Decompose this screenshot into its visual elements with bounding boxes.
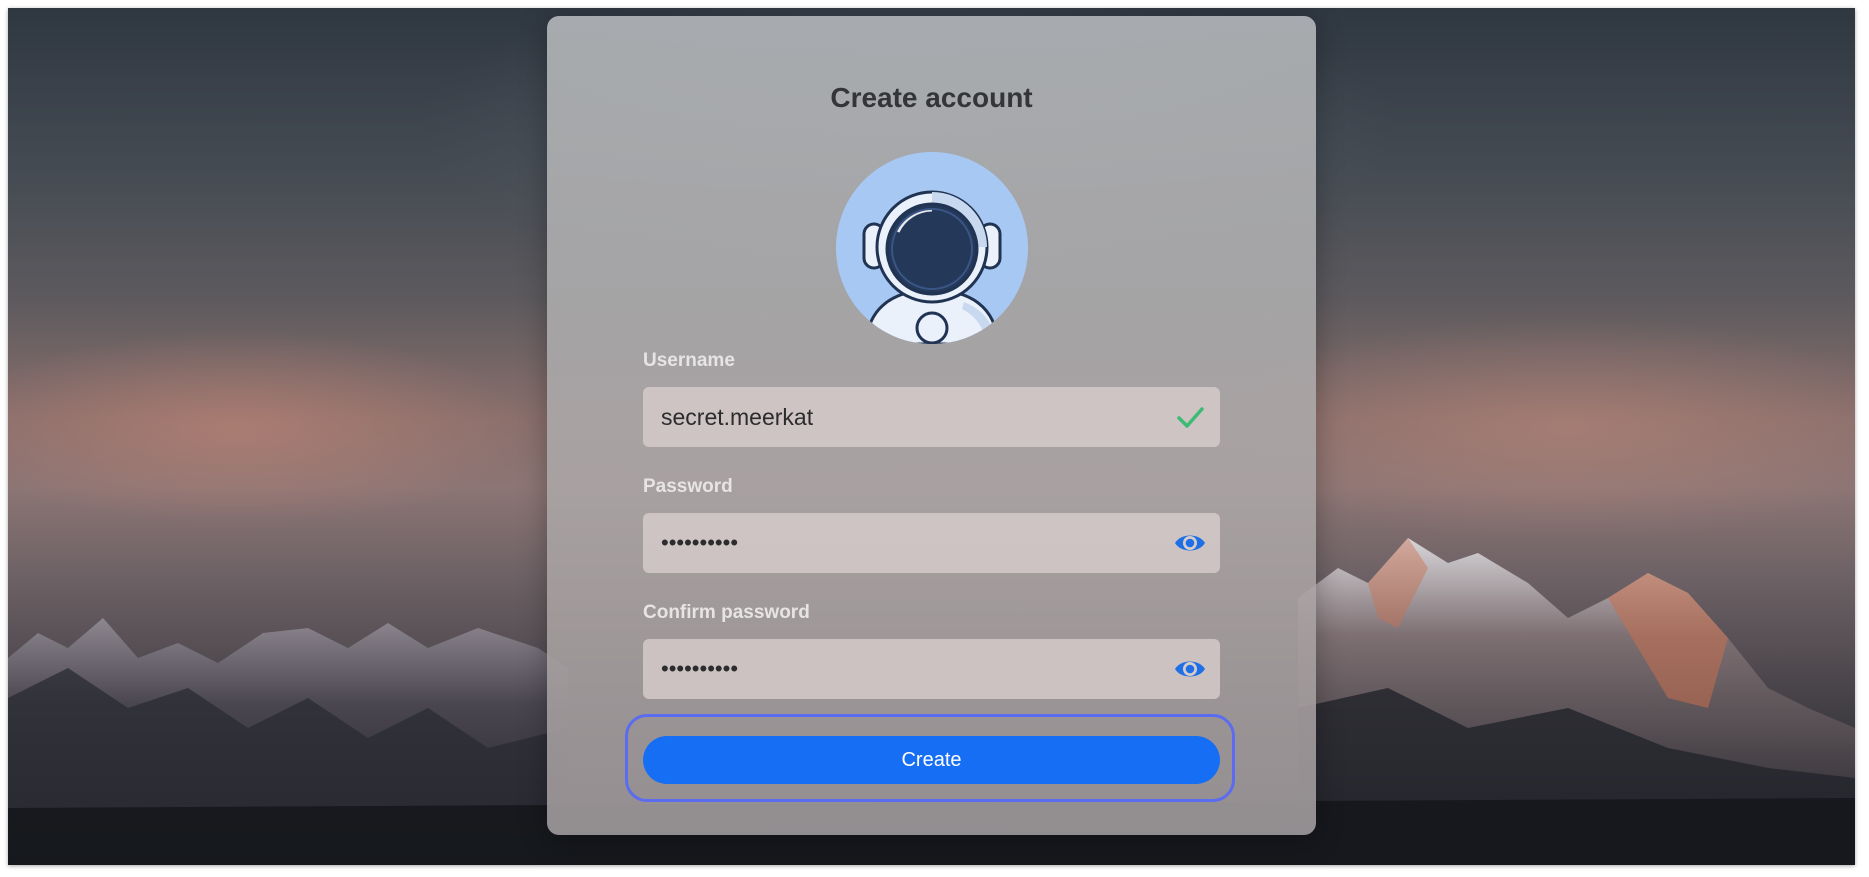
astronaut-icon xyxy=(836,152,1028,344)
eye-icon[interactable] xyxy=(1174,654,1206,684)
username-field[interactable] xyxy=(643,387,1220,447)
password-field[interactable]: •••••••••• xyxy=(643,513,1220,573)
username-label: Username xyxy=(643,350,735,371)
confirm-password-input[interactable]: •••••••••• xyxy=(661,639,738,699)
astronaut-avatar xyxy=(836,152,1028,344)
username-input[interactable] xyxy=(643,387,1161,447)
password-label: Password xyxy=(643,476,733,497)
check-icon xyxy=(1174,402,1206,432)
password-input[interactable]: •••••••••• xyxy=(661,513,738,573)
app-window: Create account Username secret.meerkat P… xyxy=(8,8,1855,865)
confirm-password-field[interactable]: •••••••••• xyxy=(643,639,1220,699)
confirm-password-label: Confirm password xyxy=(643,602,810,623)
create-account-card: Create account Username secret.meerkat P… xyxy=(547,16,1316,835)
create-button[interactable]: Create xyxy=(643,736,1220,784)
eye-icon[interactable] xyxy=(1174,528,1206,558)
page-title: Create account xyxy=(830,82,1033,113)
